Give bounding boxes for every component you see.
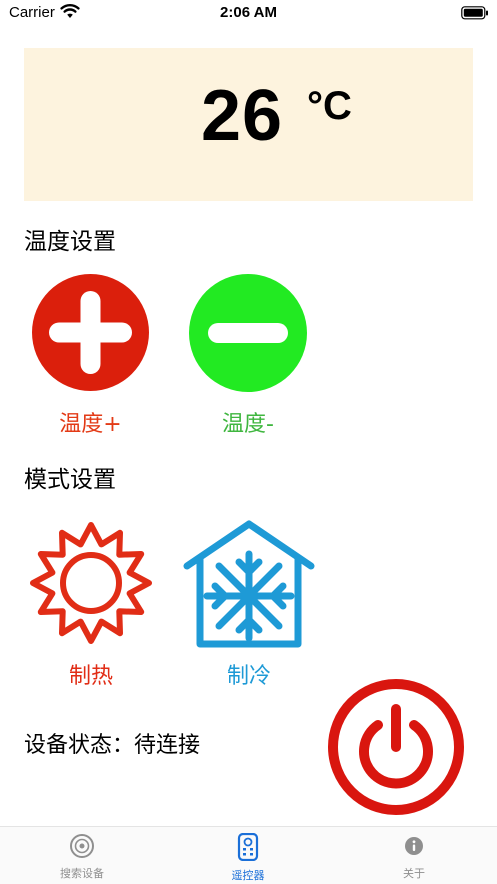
tab-remote-label: 遥控器 xyxy=(231,869,265,882)
tab-remote[interactable]: 遥控器 xyxy=(193,832,303,883)
temperature-decrease-label: 温度- xyxy=(222,412,274,437)
device-status: 设备状态：待连接 xyxy=(24,733,201,758)
temperature-decrease-button[interactable] xyxy=(189,274,307,392)
plus-icon xyxy=(49,291,132,374)
tab-search-device-label: 搜索设备 xyxy=(60,867,104,880)
info-icon xyxy=(405,837,423,855)
sun-icon xyxy=(30,522,152,644)
temperature-increase-label: 温度+ xyxy=(59,412,122,437)
battery-icon xyxy=(461,5,489,24)
tab-bar: 搜索设备 遥控器 关于 xyxy=(0,826,497,884)
snowflake-house-icon xyxy=(183,520,315,648)
cool-mode-button[interactable] xyxy=(183,518,315,650)
power-button[interactable] xyxy=(326,677,466,817)
heat-mode-label: 制热 xyxy=(68,664,113,689)
status-time: 2:06 AM xyxy=(220,4,277,21)
heat-mode-button[interactable] xyxy=(28,520,154,646)
search-device-icon xyxy=(70,834,94,858)
temperature-display: 26 °C xyxy=(24,48,473,201)
temperature-increase-button[interactable] xyxy=(32,274,149,391)
remote-icon xyxy=(237,832,259,862)
power-icon xyxy=(328,679,464,815)
temperature-unit: °C xyxy=(307,84,352,128)
cool-mode-label: 制冷 xyxy=(226,664,271,689)
tab-about[interactable]: 关于 xyxy=(359,833,469,881)
tab-about-label: 关于 xyxy=(403,867,425,880)
mode-settings-title: 模式设置 xyxy=(24,467,116,493)
minus-icon xyxy=(208,323,288,343)
temperature-settings-title: 温度设置 xyxy=(24,229,116,255)
temperature-value: 26 xyxy=(201,76,284,156)
tab-search-device[interactable]: 搜索设备 xyxy=(27,833,137,881)
status-bar: Carrier 2:06 AM xyxy=(0,0,497,28)
